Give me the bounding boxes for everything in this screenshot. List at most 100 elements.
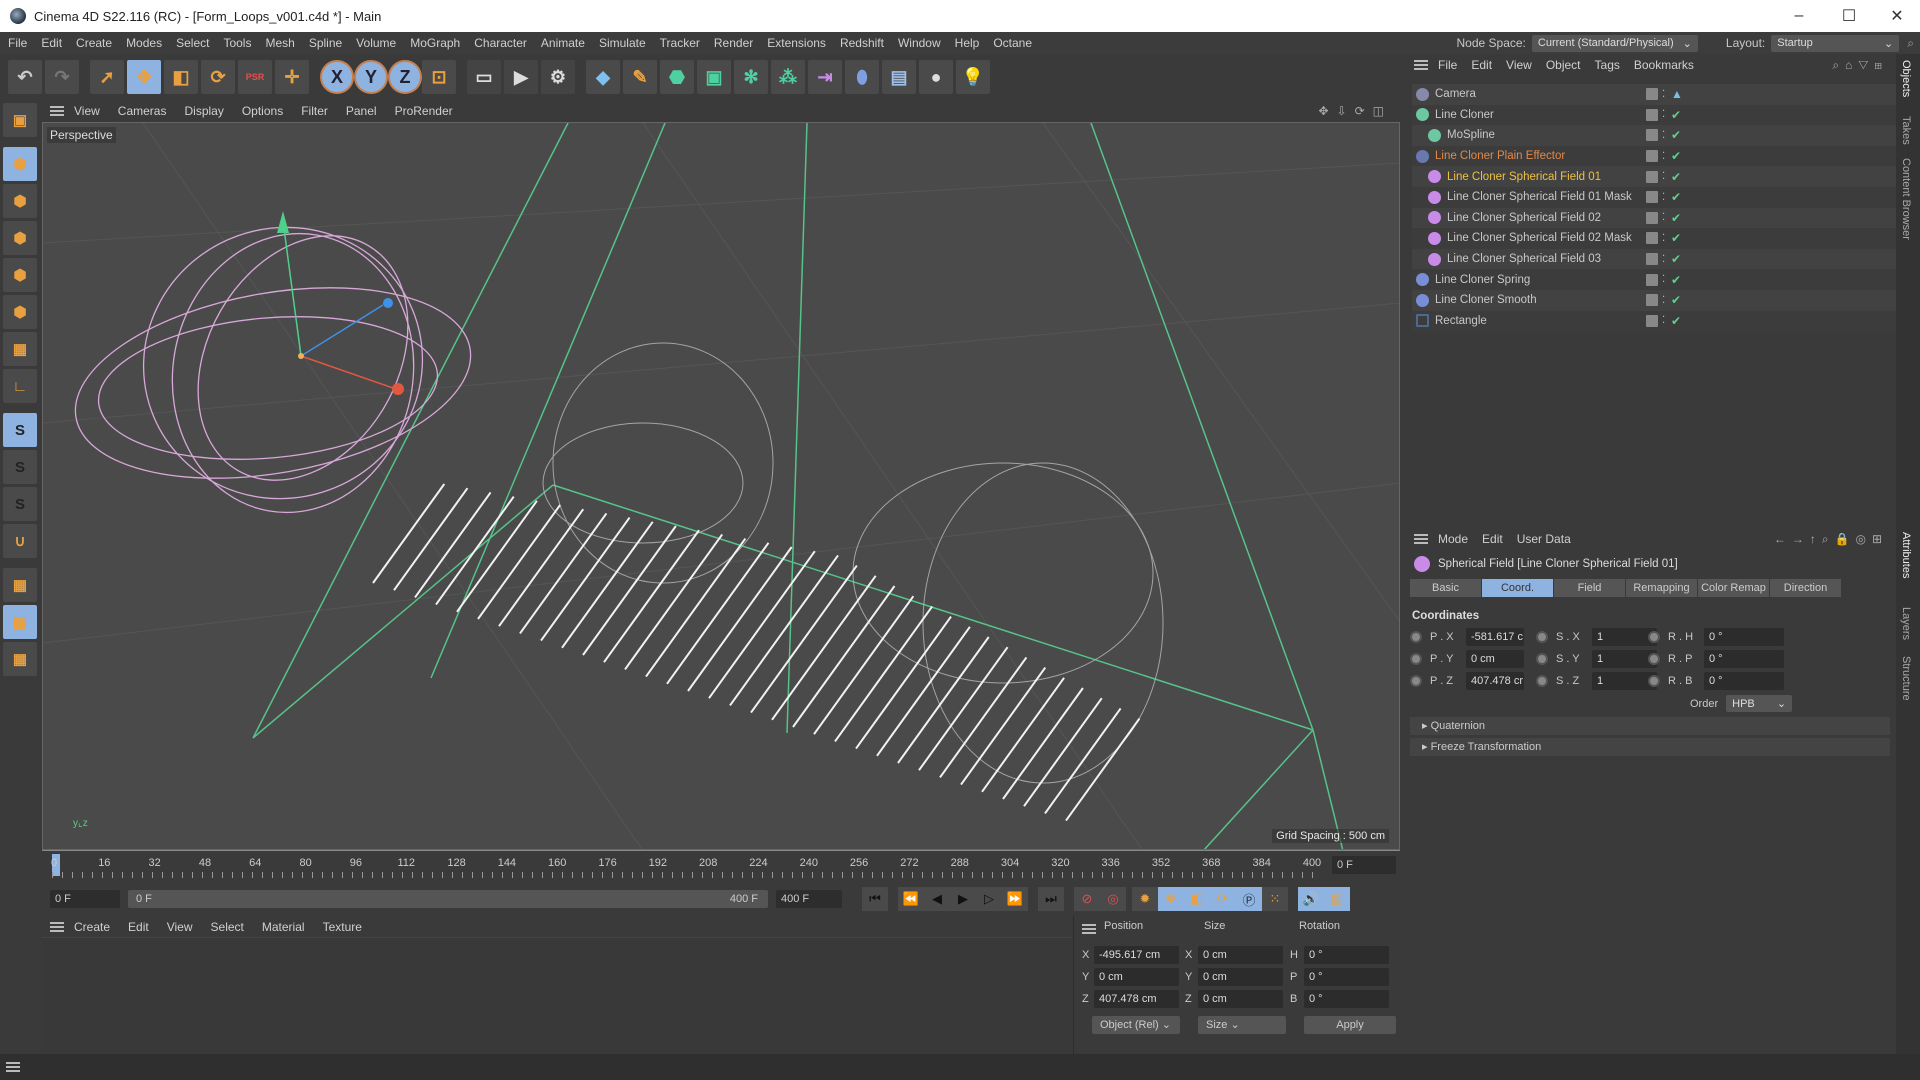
object-row-camera[interactable]: Camera ⁚ ▲ [1412,84,1896,105]
key-rotation-toggle[interactable]: ⟳ [1210,887,1236,911]
apply-button[interactable]: Apply [1304,1016,1396,1034]
rotation-b-field[interactable]: 0 ° [1304,990,1389,1008]
object-row-line-cloner[interactable]: Line Cloner ⁚ ✔ [1412,104,1896,126]
locked-workplane-button[interactable]: ▦ [3,605,37,639]
redo-button[interactable]: ↷ [45,60,79,94]
side-tab-structure[interactable]: Structure [1900,656,1912,701]
points-mode-button[interactable]: ⬢ [3,221,37,255]
snap-solo-off-button[interactable]: S [3,487,37,521]
object-row-line-cloner-spherical-field-02-mask[interactable]: Line Cloner Spherical Field 02 Mask ⁚ ✔ [1412,228,1896,249]
attribute-nav-icons[interactable]: ←→↑⌕🔒◎⊞ [1774,532,1888,547]
menu-character[interactable]: Character [474,36,527,50]
material-menu-select[interactable]: Select [211,920,244,934]
play-button[interactable]: ▶ [950,887,976,911]
layer-visibility-icon[interactable] [1646,88,1658,101]
r-h-field[interactable]: 0 ° [1704,628,1784,646]
material-menu-texture[interactable]: Texture [323,920,362,934]
record-button[interactable]: ⊘ [1074,887,1100,911]
enabled-check-icon[interactable]: ✔ [1671,231,1681,245]
preview-range-slider[interactable]: 0 F 400 F [128,890,768,908]
move-tool-button[interactable]: ✥ [127,60,161,94]
object-name[interactable]: Line Cloner Spherical Field 01 [1447,171,1601,183]
subdivision-button[interactable]: ⬣ [660,60,694,94]
menu-create[interactable]: Create [76,36,112,50]
animate-toggle-icon[interactable] [1536,653,1548,665]
enabled-check-icon[interactable]: ✔ [1671,273,1681,287]
snap-magnet-button[interactable]: ∪ [3,524,37,558]
go-to-end-button[interactable]: ⏭ [1038,887,1064,911]
menu-animate[interactable]: Animate [541,36,585,50]
axis-y-lock-button[interactable]: Y [354,60,388,94]
animate-toggle-icon[interactable] [1536,631,1548,643]
menu-render[interactable]: Render [714,36,753,50]
size-mode-dropdown[interactable]: Size ⌄ [1198,1016,1286,1034]
viewport-menu-display[interactable]: Display [184,104,223,118]
enabled-check-icon[interactable]: ✔ [1671,108,1681,122]
editor-render-visibility-icon[interactable]: ⁚ [1662,109,1665,120]
x-axis-handle[interactable] [392,383,404,395]
polygons-mode-button[interactable]: ⬢ [3,295,37,329]
enabled-check-icon[interactable]: ✔ [1671,170,1681,184]
freeze-transformation-fold[interactable]: ▸ Freeze Transformation [1410,738,1890,756]
editor-render-visibility-icon[interactable]: ⁚ [1662,274,1665,285]
object-name[interactable]: Line Cloner Smooth [1435,294,1537,306]
key-scale-toggle[interactable]: ◧ [1184,887,1210,911]
axis-move-tool-button[interactable]: ✛ [275,60,309,94]
tab-color-remap[interactable]: Color Remap [1698,579,1769,597]
editor-render-visibility-icon[interactable]: ⁚ [1662,233,1665,244]
edges-mode-button[interactable]: ⬢ [3,258,37,292]
camera-button[interactable]: ● [919,60,953,94]
object-manager-tool-icons[interactable]: ⌕⌂▽⊞ [1832,58,1888,73]
menu-tools[interactable]: Tools [223,36,251,50]
next-frame-button[interactable]: ▷ [976,887,1002,911]
size-y-field[interactable]: 0 cm [1198,968,1283,986]
side-tab-attributes[interactable]: Attributes [1900,532,1912,578]
live-selection-tool-button[interactable]: ➚ [90,60,124,94]
sound-toggle[interactable]: 🔊 [1298,887,1324,911]
render-view-button[interactable]: ▭ [467,60,501,94]
layer-visibility-icon[interactable] [1646,108,1658,121]
layer-visibility-icon[interactable] [1646,253,1658,266]
timeline-ruler[interactable]: 0 16 32 48 64 80 96 112 128 144 160 176 192 208 224 240… [42,850,1400,880]
deformer-button[interactable]: ⇥ [808,60,842,94]
axis-mode-button[interactable]: ∟ [3,369,37,403]
tab-direction[interactable]: Direction [1770,579,1841,597]
workplane-button[interactable]: ▦ [3,568,37,602]
object-menu-file[interactable]: File [1438,58,1457,72]
enabled-check-icon[interactable]: ✔ [1671,190,1681,204]
animate-toggle-icon[interactable] [1648,675,1660,687]
quaternion-fold[interactable]: ▸ Quaternion [1410,717,1890,735]
object-row-line-cloner-spring[interactable]: Line Cloner Spring ⁚ ✔ [1412,269,1896,290]
object-name[interactable]: MoSpline [1447,129,1495,141]
object-row-line-cloner-spherical-field-03[interactable]: Line Cloner Spherical Field 03 ⁚ ✔ [1412,248,1896,270]
menu-volume[interactable]: Volume [356,36,396,50]
attribute-menu-mode[interactable]: Mode [1438,532,1468,546]
menu-simulate[interactable]: Simulate [599,36,646,50]
menu-help[interactable]: Help [955,36,980,50]
enabled-check-icon[interactable]: ✔ [1671,128,1681,142]
editor-render-visibility-icon[interactable]: ⁚ [1662,315,1665,326]
render-settings-button[interactable]: ⚙ [541,60,575,94]
r-p-field[interactable]: 0 ° [1704,650,1784,668]
menu-modes[interactable]: Modes [126,36,162,50]
menu-mograph[interactable]: MoGraph [410,36,460,50]
object-menu-tags[interactable]: Tags [1595,58,1620,72]
layer-visibility-icon[interactable] [1646,191,1658,204]
object-name[interactable]: Rectangle [1435,315,1487,327]
p-z-field[interactable]: 407.478 cr [1466,672,1524,690]
floor-button[interactable]: ▤ [882,60,916,94]
animate-toggle-icon[interactable] [1648,631,1660,643]
psr-tool-button[interactable]: PSR [238,60,272,94]
autokey-button[interactable]: ◎ [1100,887,1126,911]
axis-x-lock-button[interactable]: X [320,60,354,94]
tab-field[interactable]: Field [1554,579,1625,597]
order-dropdown[interactable]: HPB ⌄ [1726,695,1793,712]
menu-octane[interactable]: Octane [993,36,1032,50]
editor-render-visibility-icon[interactable]: ⁚ [1662,295,1665,306]
rotation-p-field[interactable]: 0 ° [1304,968,1389,986]
previous-frame-button[interactable]: ◀ [924,887,950,911]
rotate-tool-button[interactable]: ⟳ [201,60,235,94]
layout-dropdown[interactable]: Startup ⌄ [1771,34,1900,52]
coordinate-mode-dropdown[interactable]: Object (Rel) ⌄ [1092,1016,1180,1034]
object-name[interactable]: Line Cloner Spring [1435,274,1530,286]
